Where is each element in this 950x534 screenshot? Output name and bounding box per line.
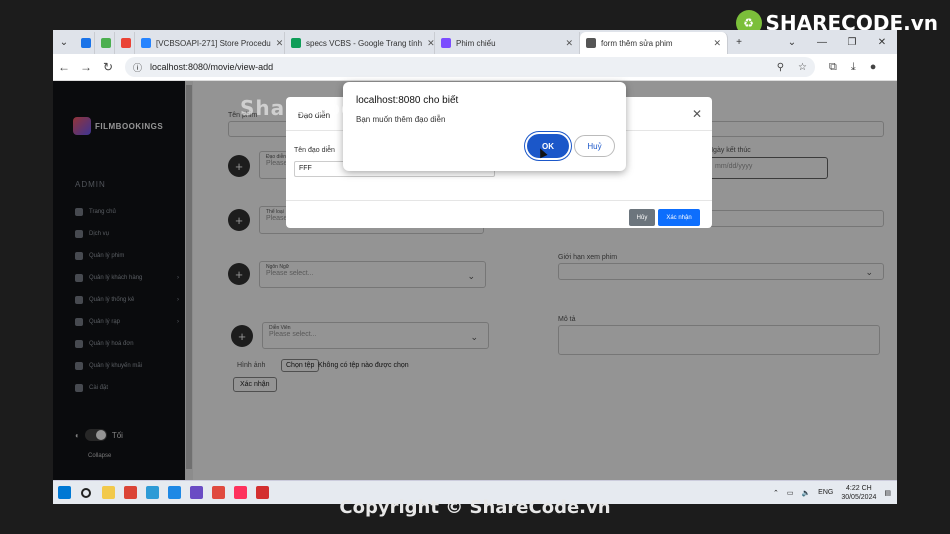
tab-0[interactable] bbox=[75, 32, 95, 54]
taskbar-icon-glyph bbox=[81, 487, 91, 498]
reload-icon[interactable]: ↻ bbox=[97, 60, 119, 74]
url-input[interactable]: ⓘ localhost:8080/movie/view-add ⚲ ☆ bbox=[125, 57, 815, 77]
chevron-down-icon[interactable]: ⌄ bbox=[777, 37, 807, 48]
tab-label: [VCBSOAPI-271] Store Procedu bbox=[156, 38, 271, 48]
screen: ⌄ [VCBSOAPI-271] Store Procedu ✕ specs VCB… bbox=[53, 30, 897, 504]
language-indicator[interactable]: ENG bbox=[818, 489, 833, 496]
zoom-icon[interactable]: ⚲ bbox=[777, 62, 784, 73]
tab-1[interactable] bbox=[95, 32, 115, 54]
copyright-text: Copyright © ShareCode.vn bbox=[339, 497, 611, 518]
extensions-icon[interactable]: ⧉ bbox=[829, 61, 837, 74]
tab-favicon-icon bbox=[121, 38, 131, 48]
watermark-text: ShareCode.vn bbox=[240, 96, 409, 120]
tab-search-icon[interactable]: ⌄ bbox=[53, 30, 75, 54]
restore-icon[interactable]: ❐ bbox=[837, 37, 867, 48]
url-text: localhost:8080/movie/view-add bbox=[150, 62, 274, 72]
tab-4[interactable]: specs VCBS - Google Trang tính ✕ bbox=[285, 32, 435, 54]
tab-favicon-icon bbox=[101, 38, 111, 48]
modal-close-icon[interactable]: ✕ bbox=[692, 107, 702, 121]
network-icon[interactable]: ▭ bbox=[787, 489, 794, 497]
notification-icon[interactable]: ▤ bbox=[884, 489, 891, 497]
site-info-icon[interactable]: ⓘ bbox=[133, 61, 142, 74]
minimize-icon[interactable]: — bbox=[807, 37, 837, 48]
tab-favicon-icon bbox=[586, 38, 596, 48]
modal-footer-divider bbox=[286, 200, 712, 201]
volume-icon[interactable]: 🔈 bbox=[801, 489, 810, 497]
download-icon[interactable]: ⤓ bbox=[851, 61, 856, 74]
tab-3[interactable]: [VCBSOAPI-271] Store Procedu ✕ bbox=[135, 32, 285, 54]
modal-confirm-button[interactable]: Xác nhận bbox=[658, 209, 700, 226]
profile-icon[interactable]: ● bbox=[870, 61, 877, 74]
tab-close-icon[interactable]: ✕ bbox=[427, 38, 434, 49]
tab-close-icon[interactable]: ✕ bbox=[276, 38, 284, 49]
tab-label: form thêm sửa phim bbox=[601, 38, 673, 48]
close-icon[interactable]: ✕ bbox=[867, 37, 897, 48]
dialog-ok-button[interactable]: OK bbox=[527, 134, 569, 158]
browser-tabbar: ⌄ [VCBSOAPI-271] Store Procedu ✕ specs VCB… bbox=[53, 30, 897, 54]
bookmark-star-icon[interactable]: ☆ bbox=[798, 62, 807, 73]
tab-favicon-icon bbox=[291, 38, 301, 48]
tab-label: Phim chiếu bbox=[456, 38, 496, 48]
dialog-cancel-button[interactable]: Huỷ bbox=[574, 135, 615, 157]
tab-favicon-icon bbox=[81, 38, 91, 48]
video-frame: ♻ SHARECODE.vn ⌄ [VCBSOAPI-271] Store Pr… bbox=[0, 0, 950, 534]
window-controls: ⌄ — ❐ ✕ bbox=[777, 30, 897, 54]
tab-favicon-icon bbox=[141, 38, 151, 48]
new-tab-icon[interactable]: + bbox=[728, 30, 750, 54]
director-name-label: Tên đạo diễn bbox=[294, 147, 335, 154]
address-bar: ← → ↻ ⓘ localhost:8080/movie/view-add ⚲ … bbox=[53, 54, 897, 81]
tab-label: specs VCBS - Google Trang tính bbox=[306, 38, 423, 48]
chevron-up-icon[interactable]: ⌃ bbox=[773, 489, 779, 497]
tab-5[interactable]: Phim chiếu ✕ bbox=[435, 32, 580, 54]
modal-cancel-button[interactable]: Hủy bbox=[629, 209, 655, 226]
tab-6[interactable]: form thêm sửa phim ✕ bbox=[580, 32, 728, 54]
tab-close-icon[interactable]: ✕ bbox=[565, 38, 573, 49]
tab-favicon-icon bbox=[441, 38, 451, 48]
tab-2[interactable] bbox=[115, 32, 135, 54]
clock-time: 4:22 CH bbox=[846, 484, 872, 492]
tab-close-icon[interactable]: ✕ bbox=[713, 38, 721, 49]
forward-icon[interactable]: → bbox=[75, 60, 97, 74]
back-icon[interactable]: ← bbox=[53, 60, 75, 74]
